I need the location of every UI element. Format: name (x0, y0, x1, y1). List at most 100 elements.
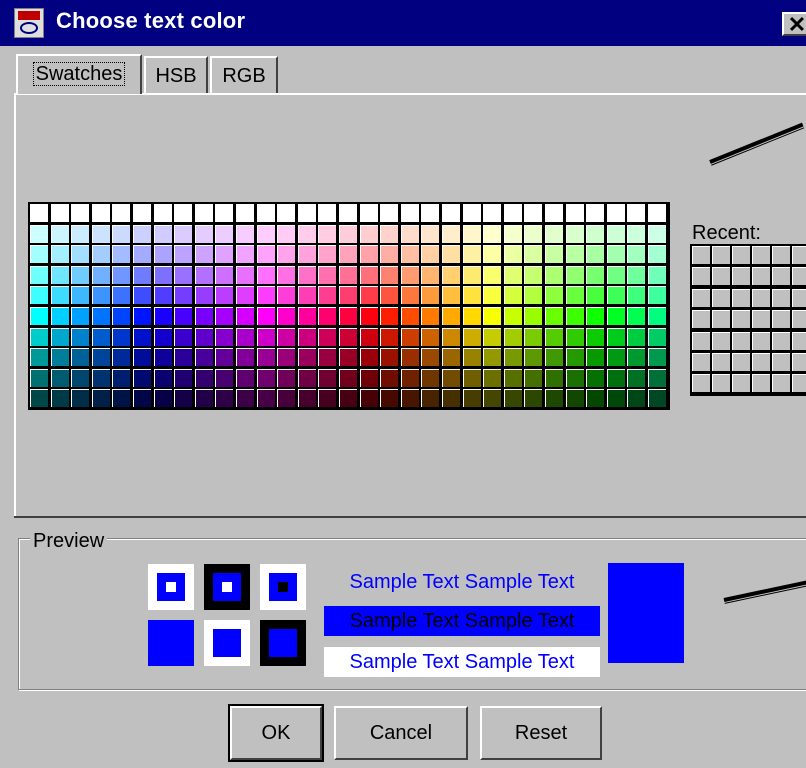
color-swatch[interactable] (359, 389, 378, 408)
color-swatch[interactable] (380, 348, 399, 367)
color-swatch[interactable] (400, 204, 419, 222)
color-swatch[interactable] (174, 204, 193, 222)
color-swatch[interactable] (648, 265, 666, 284)
title-bar[interactable]: Choose text color ✕ (0, 0, 806, 46)
color-swatch[interactable] (606, 368, 625, 387)
color-swatch[interactable] (297, 245, 316, 264)
color-swatch[interactable] (194, 327, 213, 346)
color-swatch[interactable] (400, 224, 419, 243)
color-swatch[interactable] (627, 348, 646, 367)
recent-swatch[interactable] (772, 353, 790, 371)
color-swatch[interactable] (318, 286, 337, 305)
color-swatch[interactable] (30, 286, 48, 305)
recent-swatch[interactable] (692, 374, 710, 393)
color-swatch[interactable] (606, 286, 625, 305)
color-swatch[interactable] (565, 265, 584, 284)
color-swatch[interactable] (545, 348, 563, 367)
color-swatch[interactable] (215, 265, 234, 284)
color-swatch[interactable] (71, 368, 90, 387)
color-swatch[interactable] (133, 327, 151, 346)
color-swatch[interactable] (648, 286, 666, 305)
color-swatch[interactable] (339, 307, 357, 325)
color-swatch[interactable] (483, 286, 502, 305)
color-swatch[interactable] (606, 224, 625, 243)
color-swatch[interactable] (71, 204, 90, 222)
color-swatch[interactable] (483, 224, 502, 243)
color-swatch[interactable] (277, 245, 296, 264)
color-swatch[interactable] (297, 204, 316, 222)
recent-swatch[interactable] (712, 353, 730, 371)
color-swatch[interactable] (586, 307, 605, 325)
color-swatch[interactable] (174, 389, 193, 408)
color-swatch[interactable] (421, 245, 440, 264)
color-swatch[interactable] (236, 327, 254, 346)
recent-swatch[interactable] (792, 310, 806, 329)
color-swatch[interactable] (503, 286, 522, 305)
color-swatch[interactable] (462, 204, 481, 222)
color-swatch[interactable] (133, 224, 151, 243)
color-swatch[interactable] (194, 307, 213, 325)
color-swatch[interactable] (133, 368, 151, 387)
color-swatch[interactable] (545, 307, 563, 325)
color-swatch[interactable] (627, 204, 646, 222)
color-swatch[interactable] (400, 307, 419, 325)
color-swatch[interactable] (112, 245, 131, 264)
color-swatch[interactable] (462, 265, 481, 284)
color-swatch[interactable] (524, 307, 543, 325)
color-swatch[interactable] (545, 286, 563, 305)
color-swatch[interactable] (71, 245, 90, 264)
color-swatch[interactable] (565, 224, 584, 243)
color-swatch[interactable] (194, 389, 213, 408)
color-swatch[interactable] (380, 327, 399, 346)
cancel-button[interactable]: Cancel (334, 706, 468, 760)
color-swatch[interactable] (194, 368, 213, 387)
color-swatch[interactable] (50, 224, 69, 243)
color-swatch[interactable] (503, 348, 522, 367)
color-swatch[interactable] (91, 224, 110, 243)
color-swatch[interactable] (586, 327, 605, 346)
color-swatch[interactable] (400, 286, 419, 305)
color-swatch[interactable] (503, 224, 522, 243)
recent-swatch[interactable] (752, 288, 770, 307)
java-coffee-cup-icon[interactable] (14, 8, 44, 38)
color-swatch[interactable] (462, 327, 481, 346)
color-swatch[interactable] (524, 286, 543, 305)
recent-swatch[interactable] (692, 310, 710, 329)
color-swatch[interactable] (153, 204, 172, 222)
color-swatch[interactable] (318, 327, 337, 346)
color-swatch[interactable] (442, 307, 460, 325)
color-swatch[interactable] (318, 348, 337, 367)
color-swatch[interactable] (545, 368, 563, 387)
color-swatch[interactable] (318, 204, 337, 222)
color-swatch[interactable] (297, 307, 316, 325)
color-swatch[interactable] (91, 307, 110, 325)
color-swatch[interactable] (71, 307, 90, 325)
color-swatch[interactable] (194, 204, 213, 222)
color-swatch[interactable] (277, 286, 296, 305)
color-swatch[interactable] (524, 224, 543, 243)
color-swatch[interactable] (565, 348, 584, 367)
color-swatch[interactable] (256, 265, 275, 284)
color-swatch[interactable] (277, 224, 296, 243)
color-swatch[interactable] (400, 327, 419, 346)
color-swatch[interactable] (215, 224, 234, 243)
color-swatch[interactable] (256, 348, 275, 367)
color-swatch[interactable] (194, 348, 213, 367)
color-swatch[interactable] (648, 245, 666, 264)
color-swatch[interactable] (606, 389, 625, 408)
color-swatch[interactable] (194, 265, 213, 284)
recent-swatch[interactable] (752, 310, 770, 329)
color-swatch[interactable] (30, 265, 48, 284)
tab-rgb[interactable]: RGB (210, 56, 278, 94)
color-swatch[interactable] (133, 286, 151, 305)
close-button[interactable]: ✕ (782, 12, 806, 36)
recent-swatch[interactable] (712, 374, 730, 393)
color-swatch[interactable] (359, 265, 378, 284)
recent-swatch[interactable] (732, 331, 750, 350)
recent-swatch[interactable] (732, 310, 750, 329)
tab-hsb[interactable]: HSB (144, 56, 208, 94)
recent-swatch[interactable] (712, 288, 730, 307)
color-swatch[interactable] (297, 368, 316, 387)
color-swatch[interactable] (236, 389, 254, 408)
recent-swatch[interactable] (692, 353, 710, 371)
